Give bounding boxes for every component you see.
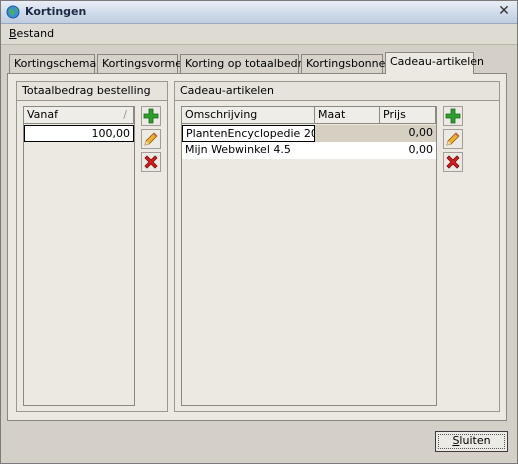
cell-prijs[interactable]: 0,00 [380, 142, 436, 159]
title-bar: Kortingen ✕ [1, 1, 517, 24]
pencil-icon [144, 132, 158, 146]
tab-panel-cadeau-artikelen: Totaalbedrag bestelling Vanaf / 100,00 C… [7, 73, 507, 421]
cell-prijs[interactable]: 0,00 [380, 125, 436, 142]
grid-cadeau-header: Omschrijving Maat Prijs [182, 107, 436, 124]
delete-button[interactable] [443, 152, 463, 172]
grid-vanaf-header: Vanaf / [24, 107, 134, 124]
group-cadeau-artikelen: Cadeau-artikelen Omschrijving Maat Prijs… [174, 81, 500, 412]
column-header-prijs[interactable]: Prijs [380, 107, 436, 124]
table-row[interactable]: Mijn Webwinkel 4.5 0,00 [182, 142, 436, 159]
add-button[interactable] [443, 106, 463, 126]
grid-cadeau-artikelen[interactable]: Omschrijving Maat Prijs PlantenEncyclope… [181, 106, 437, 406]
tab-korting-op-totaalbedrag[interactable]: Korting op totaalbedrag [180, 54, 316, 73]
delete-button[interactable] [141, 152, 161, 172]
menu-bestand-accel: B [9, 27, 17, 40]
close-icon[interactable]: ✕ [497, 4, 511, 18]
cross-icon [144, 155, 158, 169]
window-title: Kortingen [25, 5, 87, 18]
tab-cadeau-artikelen[interactable]: Cadeau-artikelen [385, 52, 484, 74]
cell-maat[interactable] [315, 142, 380, 159]
grid-vanaf[interactable]: Vanaf / 100,00 [23, 106, 135, 406]
column-header-maat[interactable]: Maat [315, 107, 380, 124]
sluiten-label: luiten [459, 434, 491, 447]
table-row[interactable]: PlantenEncyclopedie 2004 0,00 [182, 125, 436, 142]
group-totaalbedrag: Totaalbedrag bestelling Vanaf / 100,00 [16, 81, 168, 412]
plus-icon [143, 108, 159, 124]
menu-bestand[interactable]: Bestand [9, 27, 54, 40]
tab-kortingsbonnen[interactable]: Kortingsbonnen [301, 54, 392, 73]
tab-kortingschemas[interactable]: Kortingschema's [9, 54, 105, 73]
column-header-vanaf[interactable]: Vanaf / [24, 107, 134, 124]
menu-bestand-label: estand [16, 27, 55, 40]
pencil-icon [446, 132, 460, 146]
edit-button[interactable] [443, 129, 463, 149]
cell-omschrijving[interactable]: PlantenEncyclopedie 2004 [182, 125, 315, 142]
column-header-vanaf-label: Vanaf [27, 108, 58, 121]
cell-vanaf[interactable]: 100,00 [25, 126, 133, 143]
globe-icon [6, 5, 20, 19]
sluiten-button[interactable]: Sluiten [435, 431, 508, 452]
kortingen-window: Kortingen ✕ Bestand Kortingschema's Kort… [0, 0, 518, 464]
edit-button[interactable] [141, 129, 161, 149]
group-cadeau-artikelen-title: Cadeau-artikelen [175, 82, 499, 101]
cell-maat[interactable] [315, 125, 380, 142]
menu-bar: Bestand [1, 24, 517, 45]
group-totaalbedrag-title: Totaalbedrag bestelling [17, 82, 167, 101]
column-header-omschrijving[interactable]: Omschrijving [182, 107, 315, 124]
plus-icon [445, 108, 461, 124]
add-button[interactable] [141, 106, 161, 126]
sort-mark: / [123, 108, 127, 121]
table-row[interactable]: 100,00 [24, 125, 134, 142]
tab-kortingsvormen[interactable]: Kortingsvormen [97, 54, 189, 73]
cell-omschrijving[interactable]: Mijn Webwinkel 4.5 [182, 142, 315, 159]
cross-icon [446, 155, 460, 169]
